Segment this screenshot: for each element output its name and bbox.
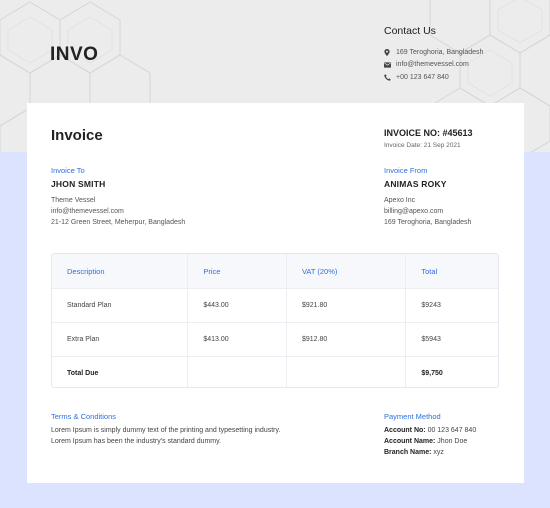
column-header-vat: VAT (20%) (287, 254, 407, 288)
contact-email[interactable]: info@themevessel.com (384, 59, 544, 72)
invoice-to-label: Invoice To (51, 166, 85, 175)
terms-title: Terms & Conditions (51, 412, 117, 421)
contact-title: Contact Us (384, 25, 436, 37)
invoice-to-email[interactable]: info@themevessel.com (51, 206, 271, 217)
table-total-row: Total Due $9,750 (52, 357, 498, 387)
branch-name-value: xyz (433, 449, 444, 456)
table-header-row: Description Price VAT (20%) Total (52, 254, 498, 289)
invoice-from-address: 169 Teroghoria, Bangladesh (384, 219, 472, 226)
column-header-price: Price (188, 254, 287, 288)
envelope-icon (384, 62, 396, 68)
invoice-to-company: Theme Vessel (51, 197, 96, 204)
row-description: Extra Plan (52, 323, 189, 356)
contact-phone[interactable]: +00 123 647 840 (384, 71, 544, 84)
invoice-from-company: Apexo Inc (384, 197, 416, 204)
invoice-from-name: ANIMAS ROKY (384, 179, 447, 189)
invoice-table: Description Price VAT (20%) Total Standa… (51, 253, 499, 388)
total-empty-cell (188, 357, 287, 387)
table-row: Standard Plan $443.00 $921.80 $9243 (52, 289, 498, 323)
row-vat: $912.80 (287, 323, 407, 356)
invoice-from-label: Invoice From (384, 166, 428, 175)
invoice-number: INVOICE NO: #45613 (384, 128, 473, 138)
contact-phone-text[interactable]: +00 123 647 840 (396, 74, 449, 81)
column-header-total: Total (421, 266, 438, 276)
payment-method-block: Payment Method Account No: 00 123 647 84… (384, 412, 514, 458)
total-due-label: Total Due (52, 357, 189, 387)
row-price: $413.00 (188, 323, 287, 356)
phone-icon (384, 74, 396, 81)
contact-address: 169 Teroghoria, Bangladesh (384, 46, 544, 59)
payment-method-title: Payment Method (384, 412, 441, 421)
account-number-line: Account No: 00 123 647 840 (384, 425, 514, 436)
column-header-description: Description (52, 254, 189, 288)
company-logo-text: INVO (50, 44, 99, 65)
total-empty-cell (287, 357, 407, 387)
payment-details: Account No: 00 123 647 840 Account Name:… (384, 425, 514, 458)
branch-name-line: Branch Name: xyz (384, 447, 514, 458)
invoice-date: Invoice Date: 21 Sep 2021 (384, 142, 461, 149)
map-pin-icon (384, 48, 396, 56)
invoice-from-details: Apexo Inc billing@apexo.com 169 Teroghor… (384, 195, 514, 228)
account-name-line: Account Name: Jhon Doe (384, 436, 514, 447)
invoice-to-address: 21-12 Green Street, Meherpur, Bangladesh (51, 219, 186, 226)
branch-name-label: Branch Name: (384, 449, 432, 456)
row-description: Standard Plan (52, 289, 189, 322)
account-name-value: Jhon Doe (437, 438, 468, 445)
table-row: Extra Plan $413.00 $912.80 $5943 (52, 323, 498, 357)
contact-address-text: 169 Teroghoria, Bangladesh (396, 48, 484, 56)
invoice-from-block: Invoice From ANIMAS ROKY Apexo Inc billi… (384, 166, 514, 228)
invoice-title: Invoice (51, 127, 103, 144)
contact-block: Contact Us 169 Teroghoria, Bangladesh in… (384, 25, 544, 84)
total-due-value: $9,750 (421, 369, 443, 377)
invoice-card: Invoice INVOICE NO: #45613 Invoice Date:… (27, 103, 524, 483)
row-total: $9243 (421, 302, 441, 309)
invoice-to-details: Theme Vessel info@themevessel.com 21-12 … (51, 195, 271, 228)
terms-text: Lorem Ipsum is simply dummy text of the … (51, 427, 281, 445)
invoice-from-email[interactable]: billing@apexo.com (384, 206, 514, 217)
row-price: $443.00 (188, 289, 287, 322)
invoice-to-name: JHON SMITH (51, 179, 106, 189)
invoice-to-block: Invoice To JHON SMITH Theme Vessel info@… (51, 166, 271, 228)
account-number-value: 00 123 647 840 (427, 427, 477, 434)
account-number-label: Account No: (384, 427, 426, 434)
contact-email-text[interactable]: info@themevessel.com (396, 61, 469, 68)
terms-block: Terms & Conditions Lorem Ipsum is simply… (51, 412, 301, 447)
account-name-label: Account Name: (384, 438, 436, 445)
row-total: $5943 (421, 336, 441, 343)
row-vat: $921.80 (287, 289, 407, 322)
